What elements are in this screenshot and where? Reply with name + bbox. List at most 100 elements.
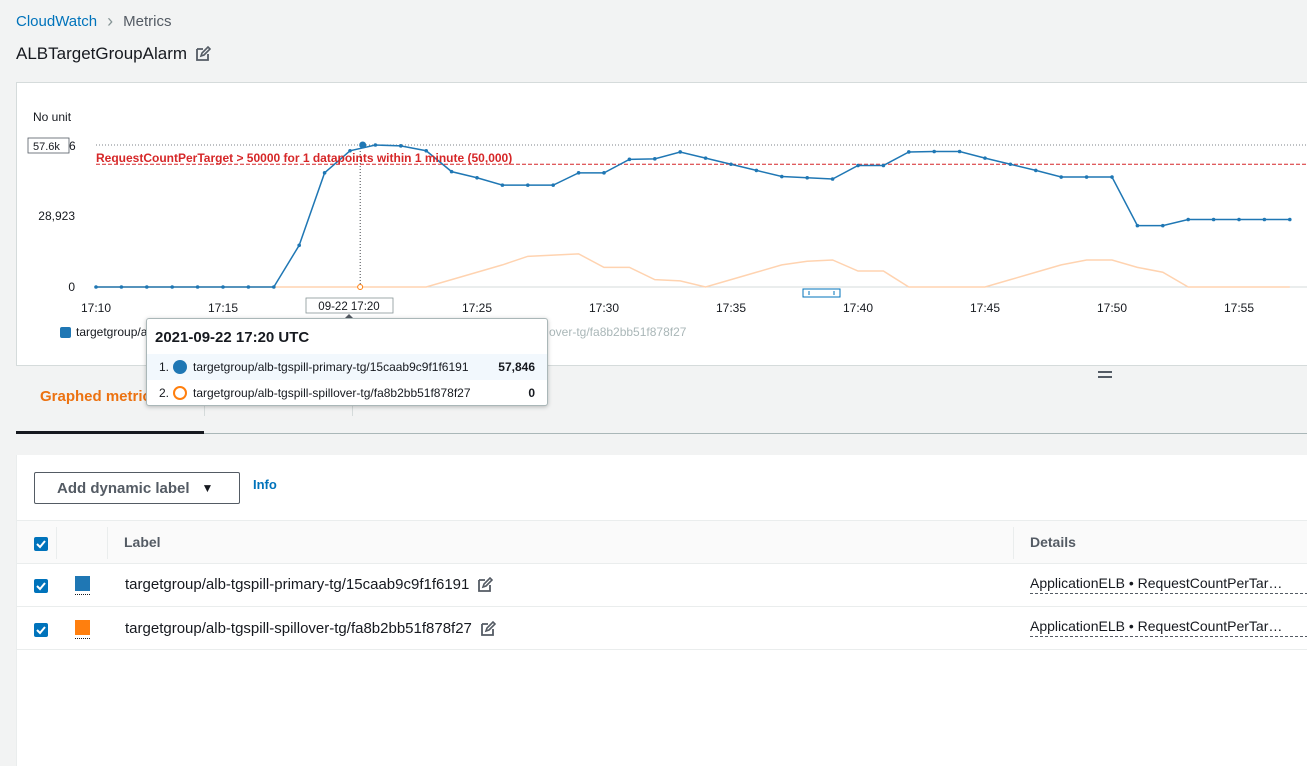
y-max-tag: 57.6k	[33, 141, 60, 153]
select-all-checkbox[interactable]	[34, 537, 48, 551]
data-point	[856, 163, 860, 168]
series-color-swatch[interactable]	[75, 576, 90, 591]
data-point	[500, 183, 505, 187]
series-color-swatch[interactable]	[75, 620, 90, 635]
data-point	[297, 243, 302, 248]
resize-handle-icon[interactable]	[1098, 371, 1112, 381]
column-header-label[interactable]: Label	[124, 534, 161, 550]
table-row: targetgroup/alb-tgspill-spillover-tg/fa8…	[17, 607, 1307, 650]
highlight-point	[359, 141, 367, 149]
data-point	[1161, 223, 1165, 228]
row-details[interactable]: ApplicationELB • RequestCountPerTar…	[1030, 618, 1307, 637]
breadcrumb: CloudWatch › Metrics	[16, 11, 172, 31]
breadcrumb-cloudwatch-link[interactable]: CloudWatch	[16, 13, 97, 30]
x-tick-label: 17:45	[970, 301, 1000, 315]
tooltip-row-value: 0	[528, 386, 535, 400]
data-point	[1211, 217, 1216, 222]
data-point	[576, 171, 581, 175]
chevron-right-icon: ›	[107, 10, 114, 31]
data-point	[170, 285, 174, 289]
row-label: targetgroup/alb-tgspill-spillover-tg/fa8…	[125, 620, 496, 637]
page-title: ALBTargetGroupAlarm	[16, 44, 188, 63]
data-point	[678, 150, 682, 154]
breadcrumb-current: Metrics	[123, 12, 172, 30]
edit-icon[interactable]	[477, 576, 494, 593]
series-line-primary	[96, 144, 1290, 288]
data-point	[653, 157, 657, 161]
metrics-panel: Add dynamic label ▼ Info Label Details t…	[16, 455, 1307, 766]
zoom-handle[interactable]	[802, 288, 841, 298]
add-dynamic-label-button[interactable]: Add dynamic label ▼	[34, 472, 240, 504]
data-point	[373, 143, 378, 147]
data-point	[703, 156, 708, 160]
data-point	[1059, 175, 1063, 179]
data-point	[932, 149, 936, 154]
data-point	[1288, 217, 1292, 222]
x-tick-label: 17:35	[716, 301, 746, 315]
data-point	[957, 149, 962, 154]
edit-icon[interactable]	[195, 46, 212, 62]
x-tick-label: 17:55	[1224, 301, 1254, 315]
tooltip-row-index: 1.	[158, 360, 169, 374]
row-label-text: targetgroup/alb-tgspill-spillover-tg/fa8…	[125, 620, 472, 637]
data-point	[780, 174, 784, 179]
data-point	[983, 156, 987, 160]
data-point	[1008, 162, 1013, 167]
data-point	[272, 285, 276, 289]
data-point	[1186, 217, 1190, 222]
data-point	[322, 171, 327, 175]
x-tick-label: 17:15	[208, 301, 238, 315]
data-point	[1110, 175, 1114, 179]
tooltip-row-value: 57,846	[498, 360, 535, 374]
y-unit-label: No unit	[33, 110, 72, 124]
data-point	[830, 177, 835, 181]
data-point	[551, 183, 555, 187]
data-point	[1135, 223, 1140, 228]
add-dynamic-label-text: Add dynamic label	[57, 479, 190, 497]
y-tick-label: 28,923	[38, 209, 75, 223]
legend-item-primary[interactable]: targetgroup/a	[76, 325, 148, 339]
y-max-tail: 6	[69, 139, 76, 153]
legend-swatch-primary	[60, 327, 71, 338]
x-tick-label: 17:50	[1097, 301, 1127, 315]
x-tick-label: 17:10	[81, 301, 111, 315]
column-header-details[interactable]: Details	[1030, 534, 1076, 550]
data-point	[881, 163, 886, 168]
series-dot-icon	[173, 360, 187, 374]
edit-icon[interactable]	[480, 620, 496, 637]
row-checkbox[interactable]	[34, 579, 48, 593]
data-point	[526, 183, 530, 187]
cursor-time-label: 09-22 17:20	[318, 301, 379, 313]
data-point	[602, 171, 606, 175]
row-label-text: targetgroup/alb-tgspill-primary-tg/15caa…	[125, 576, 470, 593]
x-tick-label: 17:25	[462, 301, 492, 315]
data-point	[94, 285, 98, 289]
y-axis: 57.6k 6 28,923 0	[27, 137, 76, 294]
tooltip-row: 1. targetgroup/alb-tgspill-primary-tg/15…	[147, 354, 547, 380]
tooltip-title: 2021-09-22 17:20 UTC	[155, 329, 310, 346]
data-point	[119, 285, 124, 289]
data-point	[1237, 217, 1241, 222]
row-label: targetgroup/alb-tgspill-primary-tg/15caa…	[125, 576, 494, 593]
table-row: targetgroup/alb-tgspill-primary-tg/15caa…	[17, 564, 1307, 607]
tooltip-row-name: targetgroup/alb-tgspill-primary-tg/15caa…	[193, 360, 469, 374]
data-point	[246, 285, 251, 289]
data-point	[1084, 175, 1089, 179]
x-tick-label: 17:30	[589, 301, 619, 315]
data-point	[449, 169, 454, 174]
tooltip-row: 2. targetgroup/alb-tgspill-spillover-tg/…	[147, 380, 547, 406]
legend-item-spillover[interactable]: over-tg/fa8b2bb51f878f27	[549, 325, 687, 339]
info-link[interactable]: Info	[253, 477, 277, 492]
data-point	[729, 162, 733, 167]
table-header: Label Details	[17, 520, 1307, 564]
row-details[interactable]: ApplicationELB • RequestCountPerTar…	[1030, 575, 1307, 594]
data-point	[1262, 217, 1267, 222]
data-point	[221, 285, 225, 289]
data-point	[195, 285, 200, 289]
data-point	[399, 144, 403, 148]
x-axis: 17:10 17:15 17:25 17:30 17:35 17:40 17:45 17:50…	[81, 301, 1254, 315]
series-dot-icon	[173, 386, 187, 400]
row-checkbox[interactable]	[34, 623, 48, 637]
threshold-label: RequestCountPerTarget > 50000 for 1 data…	[96, 151, 512, 165]
caret-down-icon: ▼	[201, 481, 214, 495]
